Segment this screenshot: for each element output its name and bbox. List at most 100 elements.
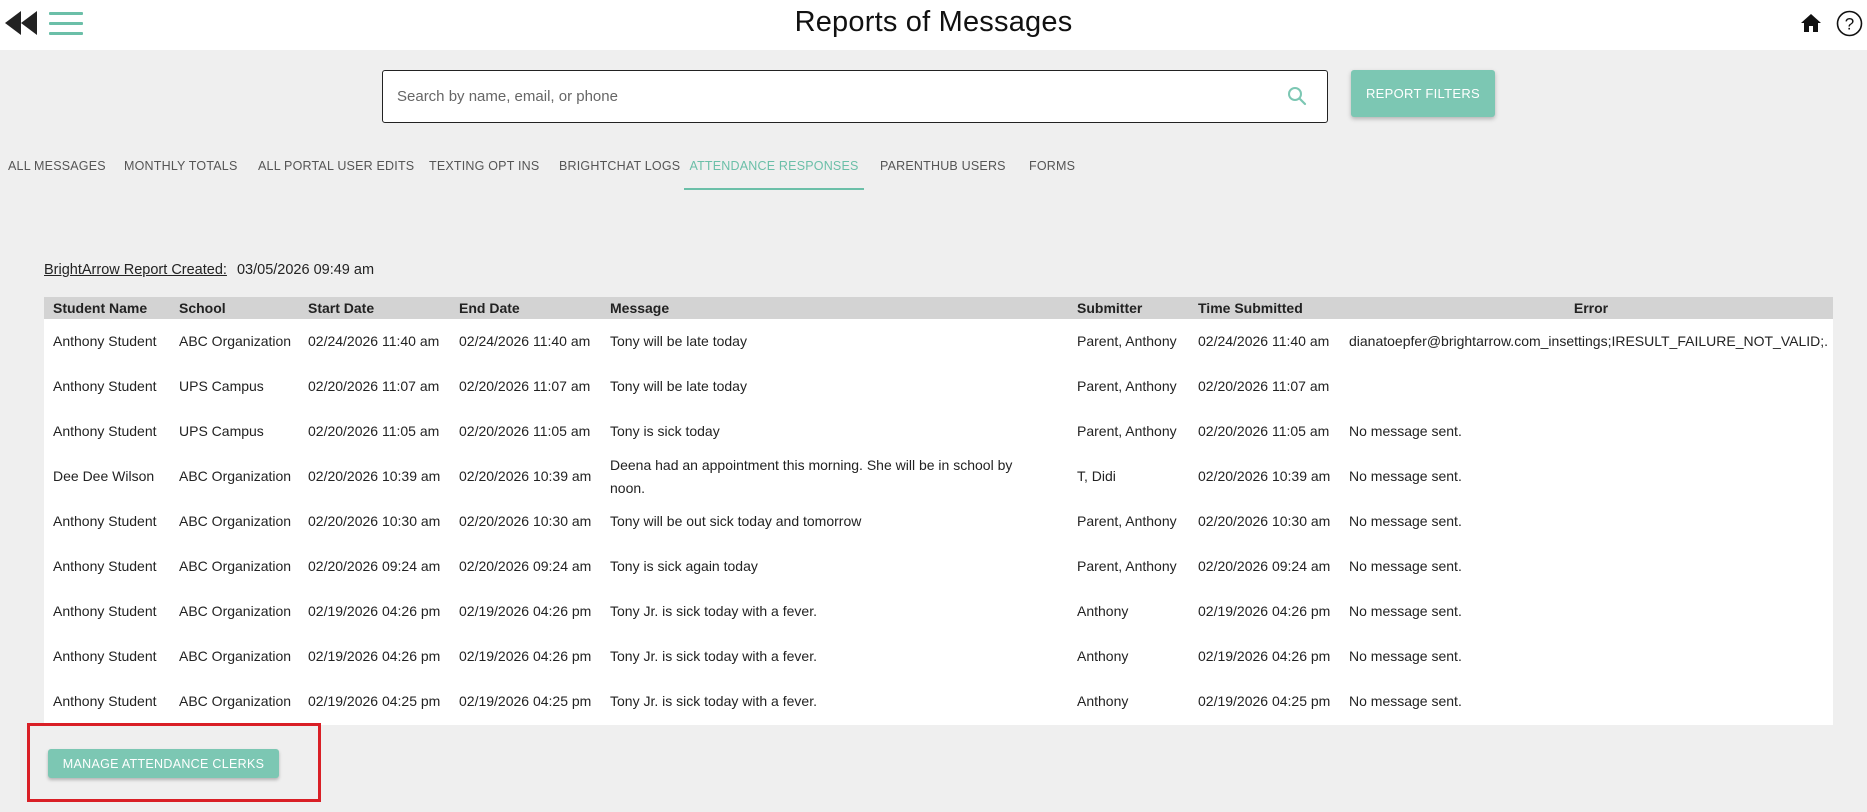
cell-school: UPS Campus <box>179 423 264 440</box>
search-icon[interactable] <box>1287 86 1307 106</box>
tab-forms[interactable]: FORMS <box>1029 152 1075 190</box>
table-header-row: Student Name School Start Date End Date … <box>44 297 1833 319</box>
cell-school: ABC Organization <box>179 513 292 530</box>
cell-time-submitted: 02/20/2026 11:07 am <box>1198 378 1330 395</box>
column-header[interactable]: School <box>170 297 299 319</box>
column-header[interactable]: Start Date <box>299 297 450 319</box>
table-row[interactable]: Anthony Student ABC Organization 02/20/2… <box>44 499 1833 544</box>
table-row[interactable]: Anthony Student UPS Campus 02/20/2026 11… <box>44 409 1833 454</box>
cell-student-name: Anthony Student <box>53 333 157 350</box>
cell-start-date: 02/24/2026 11:40 am <box>308 333 440 350</box>
cell-student-name: Anthony Student <box>53 648 157 665</box>
cell-time-submitted: 02/20/2026 10:30 am <box>1198 513 1331 530</box>
cell-submitter: T, Didi <box>1077 468 1116 485</box>
tab-monthly-totals[interactable]: MONTHLY TOTALS <box>124 152 237 190</box>
page-title: Reports of Messages <box>794 6 1073 38</box>
cell-end-date: 02/20/2026 10:30 am <box>459 513 592 530</box>
column-header[interactable]: End Date <box>450 297 601 319</box>
table-row[interactable]: Dee Dee Wilson ABC Organization 02/20/20… <box>44 454 1833 499</box>
cell-error: No message sent. <box>1349 648 1462 665</box>
cell-school: UPS Campus <box>179 378 264 395</box>
cell-school: ABC Organization <box>179 558 292 575</box>
cell-school: ABC Organization <box>179 333 292 350</box>
tab-brightchat-logs[interactable]: BRIGHTCHAT LOGS <box>559 152 680 190</box>
cell-submitter: Anthony <box>1077 693 1129 710</box>
cell-start-date: 02/20/2026 10:39 am <box>308 468 441 485</box>
table-row[interactable]: Anthony Student ABC Organization 02/19/2… <box>44 589 1833 634</box>
cell-message: Tony is sick today <box>610 423 720 440</box>
cell-student-name: Anthony Student <box>53 603 157 620</box>
report-created-label: BrightArrow Report Created: <box>44 262 227 278</box>
cell-school: ABC Organization <box>179 648 292 665</box>
home-icon[interactable] <box>1800 12 1822 34</box>
cell-submitter: Parent, Anthony <box>1077 423 1177 440</box>
cell-start-date: 02/20/2026 10:30 am <box>308 513 441 530</box>
cell-end-date: 02/24/2026 11:40 am <box>459 333 591 350</box>
cell-time-submitted: 02/20/2026 11:05 am <box>1198 423 1330 440</box>
cell-error: No message sent. <box>1349 423 1462 440</box>
cell-school: ABC Organization <box>179 468 292 485</box>
cell-time-submitted: 02/19/2026 04:26 pm <box>1198 648 1331 665</box>
tab-attendance-responses[interactable]: ATTENDANCE RESPONSES <box>684 152 864 190</box>
tab-texting-opt-ins[interactable]: TEXTING OPT INS <box>429 152 539 190</box>
cell-start-date: 02/20/2026 11:05 am <box>308 423 440 440</box>
cell-end-date: 02/20/2026 11:05 am <box>459 423 591 440</box>
help-icon[interactable]: ? <box>1836 10 1863 37</box>
tab-all-portal-user-edits[interactable]: ALL PORTAL USER EDITS <box>258 152 414 190</box>
table-row[interactable]: Anthony Student ABC Organization 02/20/2… <box>44 544 1833 589</box>
report-created-value: 03/05/2026 09:49 am <box>236 262 375 278</box>
column-header[interactable]: Time Submitted <box>1189 297 1340 319</box>
report-created-info: BrightArrow Report Created: 03/05/2026 0… <box>44 262 374 278</box>
svg-text:?: ? <box>1845 15 1854 34</box>
table-row[interactable]: Anthony Student ABC Organization 02/19/2… <box>44 634 1833 679</box>
cell-error: No message sent. <box>1349 468 1462 485</box>
cell-student-name: Anthony Student <box>53 513 157 530</box>
cell-student-name: Anthony Student <box>53 378 157 395</box>
table-row[interactable]: Anthony Student ABC Organization 02/19/2… <box>44 679 1833 724</box>
search-bar <box>382 70 1328 123</box>
cell-end-date: 02/19/2026 04:26 pm <box>459 603 592 620</box>
cell-submitter: Anthony <box>1077 603 1129 620</box>
cell-student-name: Anthony Student <box>53 693 157 710</box>
cell-start-date: 02/19/2026 04:26 pm <box>308 603 441 620</box>
cell-time-submitted: 02/19/2026 04:25 pm <box>1198 693 1331 710</box>
tab-all-messages[interactable]: ALL MESSAGES <box>8 152 106 190</box>
column-header[interactable]: Error <box>1340 297 1833 319</box>
cell-message: Tony Jr. is sick today with a fever. <box>610 648 817 665</box>
column-header[interactable]: Student Name <box>44 297 170 319</box>
cell-time-submitted: 02/20/2026 10:39 am <box>1198 468 1331 485</box>
cell-message: Tony will be late today <box>610 333 747 350</box>
cell-start-date: 02/20/2026 09:24 am <box>308 558 441 575</box>
cell-time-submitted: 02/19/2026 04:26 pm <box>1198 603 1331 620</box>
cell-error: dianatoepfer@brightarrow.com_insettings;… <box>1349 333 1829 350</box>
cell-end-date: 02/20/2026 11:07 am <box>459 378 591 395</box>
column-header[interactable]: Message <box>601 297 1068 319</box>
table-body: Anthony Student ABC Organization 02/24/2… <box>44 319 1833 724</box>
cell-submitter: Parent, Anthony <box>1077 333 1177 350</box>
cell-message: Deena had an appointment this morning. S… <box>610 457 1013 496</box>
cell-school: ABC Organization <box>179 693 292 710</box>
report-filters-button[interactable]: REPORT FILTERS <box>1351 70 1495 117</box>
cell-start-date: 02/19/2026 04:25 pm <box>308 693 441 710</box>
manage-attendance-clerks-button[interactable]: MANAGE ATTENDANCE CLERKS <box>48 749 279 778</box>
cell-time-submitted: 02/20/2026 09:24 am <box>1198 558 1331 575</box>
cell-start-date: 02/20/2026 11:07 am <box>308 378 440 395</box>
cell-error: No message sent. <box>1349 513 1462 530</box>
tab-parenthub-users[interactable]: PARENTHUB USERS <box>880 152 1006 190</box>
cell-end-date: 02/20/2026 09:24 am <box>459 558 592 575</box>
cell-message: Tony is sick again today <box>610 558 758 575</box>
cell-message: Tony Jr. is sick today with a fever. <box>610 603 817 620</box>
cell-student-name: Dee Dee Wilson <box>53 468 155 485</box>
table-row[interactable]: Anthony Student ABC Organization 02/24/2… <box>44 319 1833 364</box>
cell-end-date: 02/19/2026 04:25 pm <box>459 693 592 710</box>
cell-submitter: Parent, Anthony <box>1077 378 1177 395</box>
search-input[interactable] <box>395 71 1255 121</box>
cell-error: No message sent. <box>1349 603 1462 620</box>
top-bar: Reports of Messages ? <box>0 0 1867 50</box>
cell-end-date: 02/19/2026 04:26 pm <box>459 648 592 665</box>
cell-error: No message sent. <box>1349 558 1462 575</box>
cell-start-date: 02/19/2026 04:26 pm <box>308 648 441 665</box>
attendance-responses-table: Student Name School Start Date End Date … <box>44 297 1833 725</box>
table-row[interactable]: Anthony Student UPS Campus 02/20/2026 11… <box>44 364 1833 409</box>
column-header[interactable]: Submitter <box>1068 297 1189 319</box>
